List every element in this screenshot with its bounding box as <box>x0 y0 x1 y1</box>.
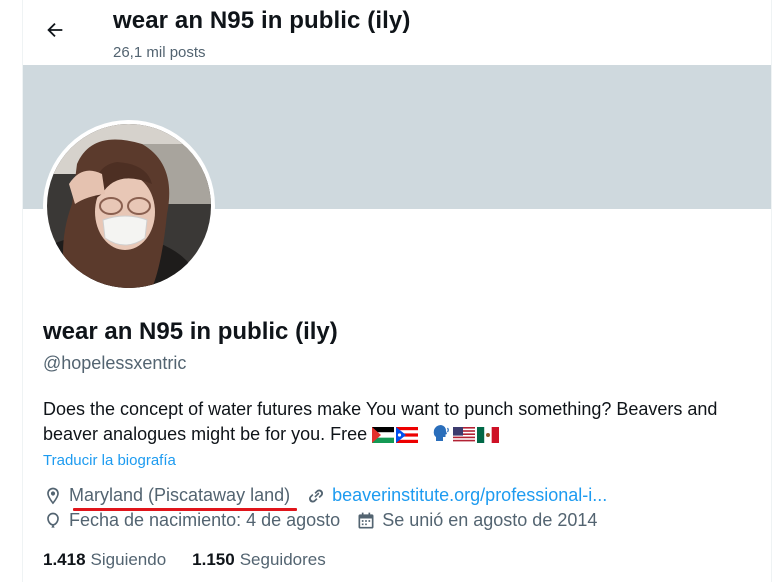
mexico-flag-icon <box>477 427 500 443</box>
united-states-flag-icon <box>453 427 476 443</box>
post-count: 26,1 mil posts <box>113 44 206 61</box>
location-text: Maryland (Piscataway land) <box>69 485 291 505</box>
joined-date: Se unió en agosto de 2014 <box>356 510 597 531</box>
back-button[interactable] <box>37 12 73 48</box>
followers-label: Seguidores <box>239 550 326 569</box>
joined-text: Se unió en agosto de 2014 <box>382 510 598 530</box>
avatar[interactable] <box>43 120 215 292</box>
bio: Does the concept of water futures make Y… <box>43 397 758 447</box>
birthdate-text: Fecha de nacimiento: 4 de agosto <box>69 510 341 530</box>
calendar-icon <box>358 512 374 528</box>
profile-column: wear an N95 in public (ily) 26,1 mil pos… <box>22 0 772 582</box>
birthdate: Fecha de nacimiento: 4 de agosto <box>43 510 340 531</box>
followers-link[interactable]: 1.150 Seguidores <box>192 550 326 570</box>
balloon-icon <box>47 512 59 528</box>
palestine-flag-icon <box>372 427 395 443</box>
arrow-left-icon <box>47 22 63 38</box>
link-icon <box>309 489 324 503</box>
puerto-rico-flag-icon <box>396 427 419 443</box>
display-name: wear an N95 in public (ily) <box>43 318 338 345</box>
header-title: wear an N95 in public (ily) <box>113 7 411 34</box>
avatar-image <box>47 124 211 288</box>
profile-header: wear an N95 in public (ily) 26,1 mil pos… <box>23 0 771 65</box>
follow-stats: 1.418 Siguiendo 1.150 Seguidores <box>43 550 352 570</box>
translate-bio-link[interactable]: Traducir la biografía <box>43 452 176 469</box>
website[interactable]: beaverinstitute.org/professional-i... <box>306 485 607 506</box>
website-link[interactable]: beaverinstitute.org/professional-i... <box>332 485 607 506</box>
following-label: Siguiendo <box>90 550 167 569</box>
handle: @hopelessxentric <box>43 353 187 373</box>
following-link[interactable]: 1.418 Siguiendo <box>43 550 166 570</box>
map-pin-icon <box>47 487 59 504</box>
profile-meta-row-2: Fecha de nacimiento: 4 de agosto Se unió… <box>43 510 613 531</box>
speaking-head-icon <box>433 425 450 441</box>
profile-meta-row-1: Maryland (Piscataway land) beaverinstitu… <box>43 485 623 506</box>
location: Maryland (Piscataway land) <box>43 485 290 506</box>
following-count: 1.418 <box>43 550 86 569</box>
followers-count: 1.150 <box>192 550 235 569</box>
